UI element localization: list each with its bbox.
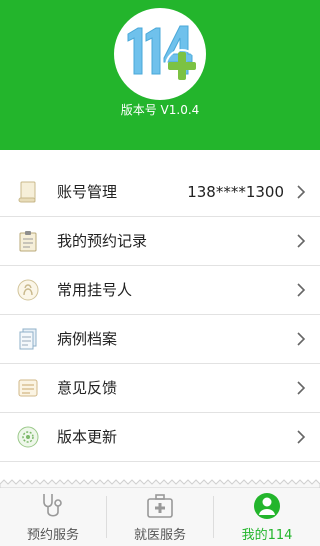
document-stack-icon bbox=[19, 328, 37, 350]
bottom-tab-bar: 预约服务 就医服务 我的114 bbox=[0, 488, 320, 546]
user-avatar-icon bbox=[254, 493, 280, 519]
tab-label: 就医服务 bbox=[133, 528, 186, 543]
chevron-right-icon bbox=[297, 381, 306, 395]
update-icon bbox=[17, 426, 39, 448]
app-logo: 114 bbox=[114, 8, 206, 100]
menu-item-label: 我的预约记录 bbox=[57, 232, 148, 250]
person-icon bbox=[17, 279, 39, 301]
clipboard-icon bbox=[19, 231, 37, 252]
settings-menu: 账号管理 138****1300 我的预约记录 常用挂号人 病例档案 意见反馈 … bbox=[0, 168, 320, 462]
scroll-icon bbox=[18, 181, 36, 203]
menu-item-feedback[interactable]: 意见反馈 bbox=[0, 364, 320, 413]
tab-medical-service[interactable]: 就医服务 bbox=[107, 488, 213, 546]
medical-kit-icon bbox=[147, 494, 173, 518]
header: 114 版本号 V1.0.4 bbox=[0, 0, 320, 150]
account-phone: 138****1300 bbox=[187, 183, 284, 201]
menu-item-label: 常用挂号人 bbox=[57, 281, 133, 299]
menu-item-account[interactable]: 账号管理 138****1300 bbox=[0, 168, 320, 217]
chevron-right-icon bbox=[297, 332, 306, 346]
version-label: 版本号 V1.0.4 bbox=[120, 103, 200, 117]
stethoscope-icon bbox=[43, 494, 62, 517]
logo-icon bbox=[127, 25, 199, 83]
menu-item-patients[interactable]: 常用挂号人 bbox=[0, 266, 320, 315]
feedback-icon bbox=[18, 379, 38, 397]
chevron-right-icon bbox=[297, 283, 306, 297]
chevron-right-icon bbox=[297, 234, 306, 248]
menu-item-label: 版本更新 bbox=[57, 428, 118, 446]
tab-label: 我的114 bbox=[241, 528, 293, 543]
menu-item-label: 账号管理 bbox=[57, 183, 118, 201]
menu-item-appointments[interactable]: 我的预约记录 bbox=[0, 217, 320, 266]
zigzag-divider bbox=[0, 479, 320, 488]
chevron-right-icon bbox=[297, 430, 306, 444]
tab-my-114[interactable]: 我的114 bbox=[214, 488, 320, 546]
chevron-right-icon bbox=[297, 185, 306, 199]
tab-appointment-service[interactable]: 预约服务 bbox=[0, 488, 106, 546]
menu-item-label: 病例档案 bbox=[57, 330, 118, 348]
menu-item-label: 意见反馈 bbox=[57, 379, 118, 397]
menu-item-records[interactable]: 病例档案 bbox=[0, 315, 320, 364]
menu-item-update[interactable]: 版本更新 bbox=[0, 413, 320, 462]
tab-label: 预约服务 bbox=[26, 528, 79, 543]
